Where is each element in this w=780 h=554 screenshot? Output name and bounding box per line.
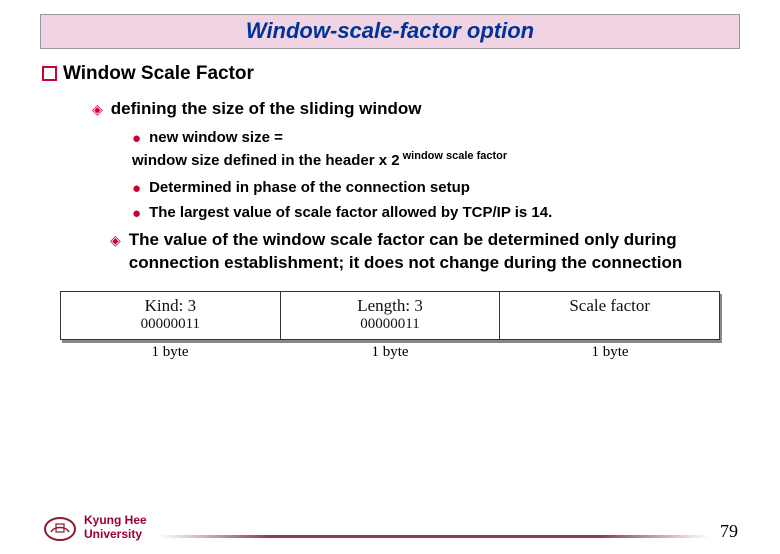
- university-logo-icon: [42, 516, 78, 542]
- formula-superscript: window scale factor: [400, 150, 508, 162]
- diagram-cell-kind-bot: 00000011: [61, 316, 280, 333]
- dot-bullet-icon: ●: [132, 205, 141, 222]
- diagram-boxes: Kind: 3 00000011 Length: 3 00000011 Scal…: [60, 291, 720, 340]
- diagram-cell-kind: Kind: 3 00000011: [61, 292, 281, 339]
- diagram-cell-scale-top: Scale factor: [500, 296, 719, 316]
- paragraph-text: The value of the window scale factor can…: [129, 229, 696, 275]
- option-format-diagram: Kind: 3 00000011 Length: 3 00000011 Scal…: [60, 291, 720, 361]
- bullet-text-3: The largest value of scale factor allowe…: [149, 204, 552, 221]
- page-number: 79: [720, 521, 738, 542]
- diagram-label-2: 1 byte: [280, 344, 500, 361]
- slide-title-bar: Window-scale-factor option: [40, 14, 740, 49]
- slide-footer: Kyung Hee University 79: [0, 514, 780, 542]
- bullet-row-1: ● new window size =: [132, 129, 738, 146]
- heading-text: Window Scale Factor: [63, 63, 254, 85]
- diagram-cell-kind-top: Kind: 3: [61, 296, 280, 316]
- diamond-bullet-icon: ◈: [92, 101, 103, 118]
- university-line-1: Kyung Hee: [84, 514, 147, 528]
- footer-divider: [159, 535, 710, 538]
- diamond-bullet-icon: ◈: [110, 232, 121, 249]
- slide-content: Window Scale Factor ◈ defining the size …: [42, 63, 738, 361]
- diagram-cell-length-top: Length: 3: [281, 296, 500, 316]
- bullet-text-2: Determined in phase of the connection se…: [149, 179, 470, 196]
- bullet-text-1a: new window size =: [149, 129, 283, 146]
- subheading-text: defining the size of the sliding window: [111, 99, 422, 119]
- slide-title: Window-scale-factor option: [246, 18, 534, 43]
- diagram-cell-length-bot: 00000011: [281, 316, 500, 333]
- dot-bullet-icon: ●: [132, 130, 141, 147]
- diagram-label-1: 1 byte: [60, 344, 280, 361]
- diagram-labels: 1 byte 1 byte 1 byte: [60, 344, 720, 361]
- dot-bullet-icon: ●: [132, 180, 141, 197]
- diagram-cell-length: Length: 3 00000011: [281, 292, 501, 339]
- square-bullet-icon: [42, 66, 57, 81]
- formula-prefix: window size defined in the header x 2: [132, 152, 400, 169]
- formula-line: window size defined in the header x 2 wi…: [132, 150, 738, 169]
- subheading-row: ◈ defining the size of the sliding windo…: [92, 99, 738, 119]
- diagram-cell-scale: Scale factor: [500, 292, 719, 339]
- heading-row: Window Scale Factor: [42, 63, 738, 85]
- paragraph-row: ◈ The value of the window scale factor c…: [110, 229, 696, 275]
- diagram-label-3: 1 byte: [500, 344, 720, 361]
- university-name: Kyung Hee University: [84, 514, 147, 542]
- bullet-row-3: ● The largest value of scale factor allo…: [132, 204, 738, 221]
- bullet-row-2: ● Determined in phase of the connection …: [132, 179, 738, 196]
